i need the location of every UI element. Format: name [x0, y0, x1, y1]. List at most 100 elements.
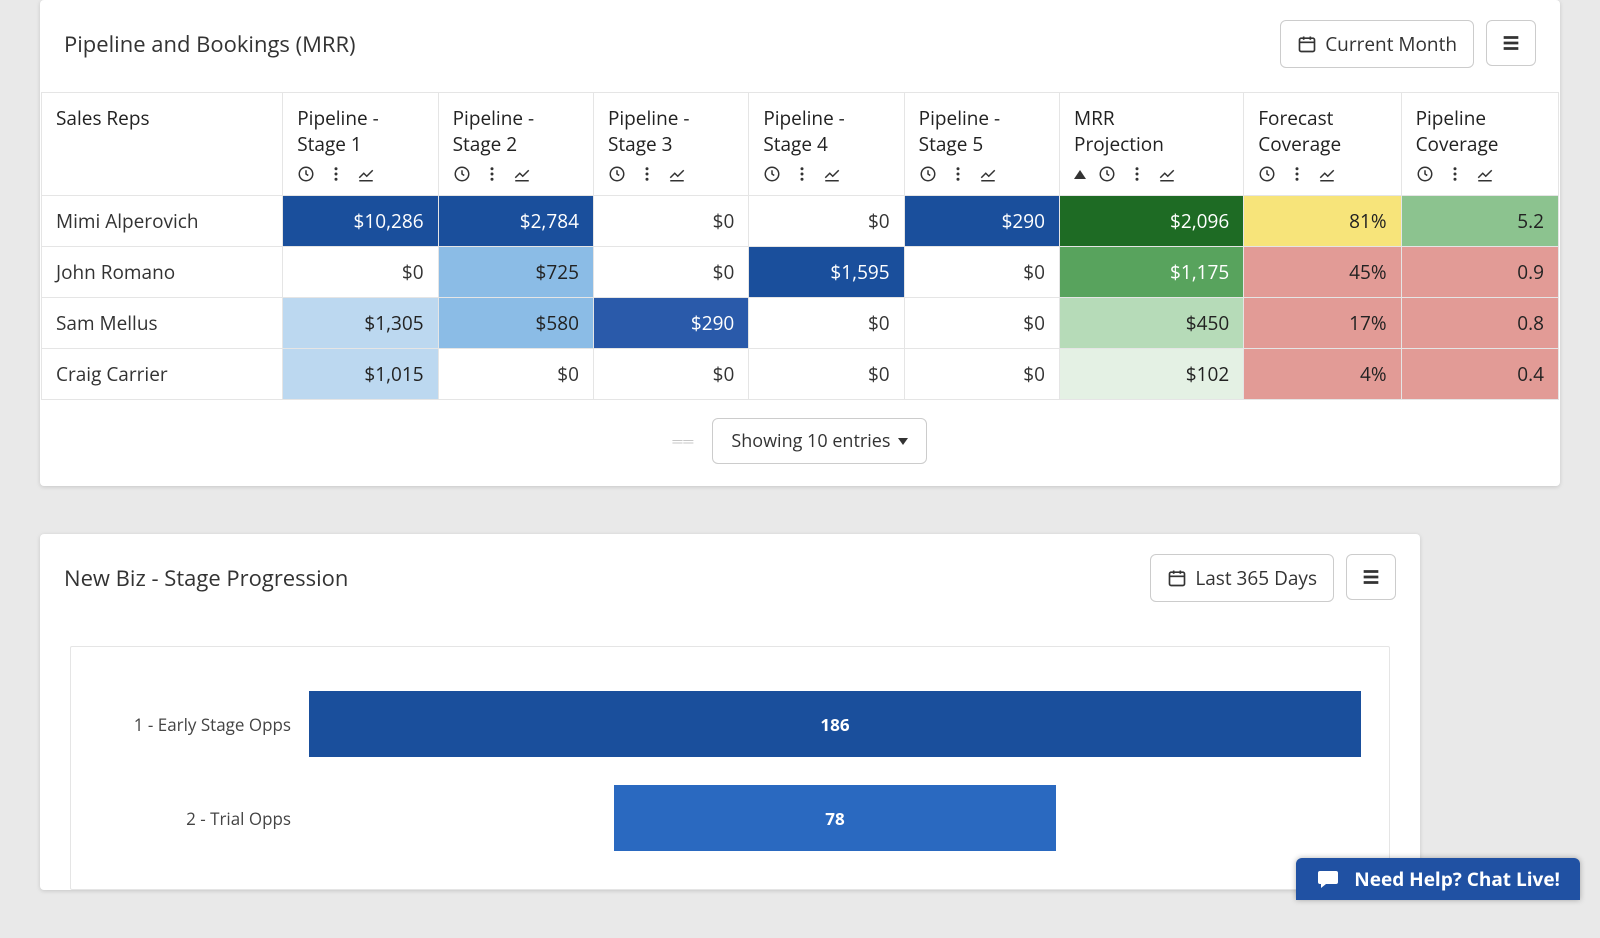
period-selector[interactable]: Current Month — [1280, 20, 1474, 68]
data-cell[interactable]: $0 — [593, 349, 748, 400]
column-header[interactable]: Pipeline -Stage 5 — [904, 93, 1059, 196]
data-cell[interactable]: $10,286 — [283, 196, 438, 247]
clock-icon — [453, 165, 471, 183]
bar[interactable]: 186 — [309, 691, 1361, 757]
bar-track: 186 — [309, 691, 1361, 757]
column-header[interactable]: ForecastCoverage — [1244, 93, 1401, 196]
data-cell[interactable]: $0 — [904, 247, 1059, 298]
data-cell[interactable]: $1,305 — [283, 298, 438, 349]
trend-icon — [979, 165, 997, 183]
chat-icon — [1316, 867, 1340, 891]
data-cell[interactable]: $0 — [438, 349, 593, 400]
data-cell[interactable]: $1,175 — [1060, 247, 1244, 298]
table-footer: ══ Showing 10 entries — [40, 400, 1560, 486]
rep-name-cell[interactable]: John Romano — [42, 247, 283, 298]
pipeline-bookings-panel: Pipeline and Bookings (MRR) Current Mont… — [40, 0, 1560, 486]
calendar-icon — [1297, 34, 1317, 54]
bar-label: 1 - Early Stage Opps — [99, 713, 309, 736]
pipeline-table: Sales RepsPipeline -Stage 1 Pipeline -St… — [41, 92, 1559, 400]
table-row: Craig Carrier$1,015$0$0$0$0$1024%0.4 — [42, 349, 1559, 400]
sort-asc-icon — [1074, 170, 1086, 179]
data-cell[interactable]: 0.9 — [1401, 247, 1558, 298]
clock-icon — [1258, 165, 1276, 183]
data-cell[interactable]: $2,784 — [438, 196, 593, 247]
column-header[interactable]: MRRProjection — [1060, 93, 1244, 196]
column-header[interactable]: Pipeline -Stage 2 — [438, 93, 593, 196]
chat-widget[interactable]: Need Help? Chat Live! — [1296, 858, 1580, 900]
kebab-icon — [483, 165, 501, 183]
column-header[interactable]: Sales Reps — [42, 93, 283, 196]
data-cell[interactable]: $0 — [593, 196, 748, 247]
rep-name-cell[interactable]: Sam Mellus — [42, 298, 283, 349]
trend-icon — [823, 165, 841, 183]
kebab-icon — [793, 165, 811, 183]
column-header-icons[interactable] — [919, 165, 1045, 183]
drag-handle-icon[interactable]: ══ — [673, 432, 695, 451]
rep-name-cell[interactable]: Mimi Alperovich — [42, 196, 283, 247]
panel-header-controls: Current Month — [1280, 20, 1536, 68]
entries-label: Showing 10 entries — [731, 429, 890, 453]
trend-icon — [1158, 165, 1176, 183]
period-label: Current Month — [1325, 31, 1457, 57]
column-header[interactable]: Pipeline -Stage 3 — [593, 93, 748, 196]
column-header-icons[interactable] — [297, 165, 423, 183]
data-cell[interactable]: $0 — [593, 247, 748, 298]
hamburger-icon — [1360, 566, 1382, 588]
panel-header: Pipeline and Bookings (MRR) Current Mont… — [40, 0, 1560, 92]
data-cell[interactable]: $0 — [904, 298, 1059, 349]
trend-icon — [1476, 165, 1494, 183]
panel-header-controls: Last 365 Days — [1150, 554, 1396, 602]
kebab-icon — [1288, 165, 1306, 183]
kebab-icon — [949, 165, 967, 183]
chat-label: Need Help? Chat Live! — [1354, 866, 1560, 892]
period-selector[interactable]: Last 365 Days — [1150, 554, 1334, 602]
data-cell[interactable]: $1,595 — [749, 247, 904, 298]
column-header[interactable]: Pipeline -Stage 1 — [283, 93, 438, 196]
data-cell[interactable]: 5.2 — [1401, 196, 1558, 247]
data-cell[interactable]: $725 — [438, 247, 593, 298]
column-header-icons[interactable] — [1074, 165, 1229, 183]
data-cell[interactable]: 81% — [1244, 196, 1401, 247]
data-cell[interactable]: $290 — [593, 298, 748, 349]
clock-icon — [1098, 165, 1116, 183]
bar[interactable]: 78 — [614, 785, 1056, 851]
chart-frame: 1 - Early Stage Opps1862 - Trial Opps78 — [70, 646, 1390, 890]
data-cell[interactable]: $1,015 — [283, 349, 438, 400]
data-cell[interactable]: $0 — [749, 196, 904, 247]
trend-icon — [1318, 165, 1336, 183]
table-row: Sam Mellus$1,305$580$290$0$0$45017%0.8 — [42, 298, 1559, 349]
column-header[interactable]: PipelineCoverage — [1401, 93, 1558, 196]
rep-name-cell[interactable]: Craig Carrier — [42, 349, 283, 400]
data-cell[interactable]: $0 — [904, 349, 1059, 400]
panel-menu-button[interactable] — [1486, 20, 1536, 66]
data-cell[interactable]: $2,096 — [1060, 196, 1244, 247]
data-cell[interactable]: 17% — [1244, 298, 1401, 349]
data-cell[interactable]: $0 — [283, 247, 438, 298]
clock-icon — [763, 165, 781, 183]
data-cell[interactable]: $290 — [904, 196, 1059, 247]
data-cell[interactable]: 4% — [1244, 349, 1401, 400]
data-cell[interactable]: $102 — [1060, 349, 1244, 400]
kebab-icon — [327, 165, 345, 183]
kebab-icon — [1446, 165, 1464, 183]
data-cell[interactable]: $0 — [749, 349, 904, 400]
column-header-icons[interactable] — [453, 165, 579, 183]
data-cell[interactable]: $0 — [749, 298, 904, 349]
kebab-icon — [1128, 165, 1146, 183]
stage-progression-panel: New Biz - Stage Progression Last 365 Day… — [40, 534, 1420, 890]
data-cell[interactable]: $580 — [438, 298, 593, 349]
trend-icon — [668, 165, 686, 183]
data-cell[interactable]: $450 — [1060, 298, 1244, 349]
data-cell[interactable]: 45% — [1244, 247, 1401, 298]
column-header-icons[interactable] — [1416, 165, 1544, 183]
column-header-icons[interactable] — [608, 165, 734, 183]
data-cell[interactable]: 0.8 — [1401, 298, 1558, 349]
panel-menu-button[interactable] — [1346, 554, 1396, 600]
clock-icon — [608, 165, 626, 183]
column-header-icons[interactable] — [1258, 165, 1386, 183]
trend-icon — [513, 165, 531, 183]
column-header-icons[interactable] — [763, 165, 889, 183]
entries-selector[interactable]: Showing 10 entries — [712, 418, 927, 464]
column-header[interactable]: Pipeline -Stage 4 — [749, 93, 904, 196]
data-cell[interactable]: 0.4 — [1401, 349, 1558, 400]
